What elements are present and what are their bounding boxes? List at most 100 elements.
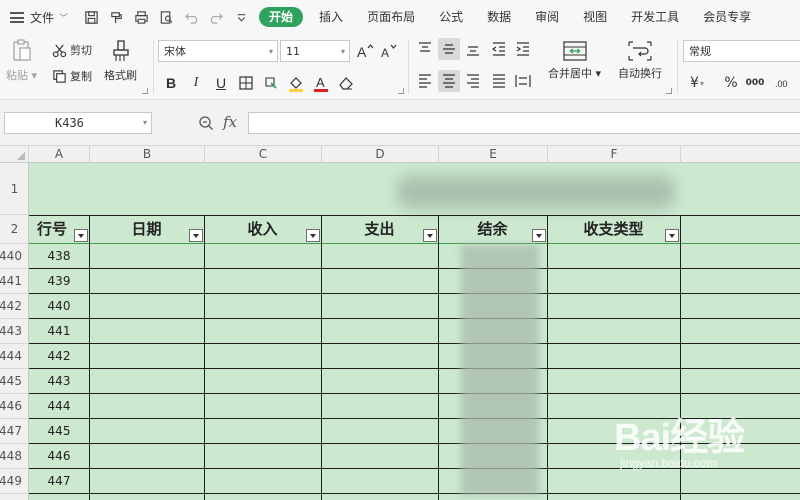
customize-icon[interactable] bbox=[230, 6, 252, 28]
row-header[interactable]: 446 bbox=[0, 394, 28, 419]
header-cell-balance[interactable]: 结余 bbox=[438, 215, 547, 243]
column-header-g[interactable] bbox=[681, 146, 800, 163]
filter-dropdown-icon[interactable] bbox=[189, 229, 203, 242]
row-header[interactable]: 448 bbox=[0, 444, 28, 469]
tab-formulas[interactable]: 公式 bbox=[427, 7, 475, 27]
italic-button[interactable]: I bbox=[185, 72, 207, 94]
row-header[interactable]: 444 bbox=[0, 344, 28, 369]
formula-input[interactable] bbox=[248, 112, 800, 134]
decrease-font-icon[interactable]: A bbox=[378, 40, 400, 62]
title-row[interactable] bbox=[29, 163, 800, 215]
row-header[interactable]: 443 bbox=[0, 319, 28, 344]
name-box[interactable]: K436 ▾ bbox=[4, 112, 152, 134]
table-row[interactable]: 438 bbox=[29, 244, 89, 269]
row-header[interactable]: 2 bbox=[0, 215, 28, 244]
zoom-icon[interactable] bbox=[198, 115, 214, 134]
tab-insert[interactable]: 插入 bbox=[307, 7, 355, 27]
percent-button[interactable]: % bbox=[720, 72, 742, 94]
font-size-select[interactable]: 11 ▾ bbox=[280, 40, 350, 62]
table-row[interactable]: 440 bbox=[29, 294, 89, 319]
redo-icon[interactable] bbox=[205, 6, 227, 28]
underline-button[interactable]: U bbox=[210, 72, 232, 94]
tab-view[interactable]: 视图 bbox=[571, 7, 619, 27]
font-name-select[interactable]: 宋体 ▾ bbox=[158, 40, 278, 62]
filter-dropdown-icon[interactable] bbox=[665, 229, 679, 242]
align-top-icon[interactable] bbox=[414, 38, 436, 60]
header-cell-row-number[interactable]: 行号 bbox=[29, 215, 75, 243]
header-cell-date[interactable]: 日期 bbox=[89, 215, 204, 243]
header-cell-type[interactable]: 收支类型 bbox=[547, 215, 680, 243]
fx-button[interactable]: fx bbox=[223, 113, 237, 131]
filter-dropdown-icon[interactable] bbox=[74, 229, 88, 242]
table-row[interactable]: 442 bbox=[29, 344, 89, 369]
clipboard-group-launcher[interactable] bbox=[142, 88, 148, 94]
row-header[interactable]: 442 bbox=[0, 294, 28, 319]
row-header[interactable]: 449 bbox=[0, 469, 28, 494]
copy-button[interactable]: 复制 bbox=[52, 68, 92, 84]
column-header-b[interactable]: B bbox=[90, 146, 205, 163]
header-cell-expense[interactable]: 支出 bbox=[321, 215, 438, 243]
border-icon[interactable] bbox=[235, 72, 257, 94]
font-color-icon[interactable]: A bbox=[310, 72, 332, 94]
justify-icon[interactable] bbox=[488, 70, 510, 92]
eraser-icon[interactable] bbox=[335, 72, 357, 94]
format-painter-button[interactable]: 格式刷 bbox=[104, 38, 137, 83]
row-header[interactable]: 441 bbox=[0, 269, 28, 294]
fill-color-icon[interactable] bbox=[285, 72, 307, 94]
table-row[interactable]: 445 bbox=[29, 419, 89, 444]
column-header-c[interactable]: C bbox=[205, 146, 322, 163]
column-header-e[interactable]: E bbox=[439, 146, 548, 163]
currency-button[interactable]: ¥ ▾ bbox=[686, 72, 708, 94]
tab-review[interactable]: 审阅 bbox=[523, 7, 571, 27]
cut-button[interactable]: 剪切 bbox=[52, 42, 92, 58]
file-menu[interactable]: 文件 ﹀ bbox=[10, 9, 68, 26]
row-header[interactable]: 447 bbox=[0, 419, 28, 444]
merge-center-button[interactable]: 合并居中 ▾ bbox=[548, 40, 601, 81]
increase-indent-icon[interactable] bbox=[512, 38, 534, 60]
row-header[interactable]: 445 bbox=[0, 369, 28, 394]
filter-dropdown-icon[interactable] bbox=[532, 229, 546, 242]
row-header[interactable]: 440 bbox=[0, 244, 28, 269]
tab-member[interactable]: 会员专享 bbox=[691, 7, 763, 27]
paste-button[interactable]: 粘贴 ▾ bbox=[6, 38, 37, 83]
tab-page-layout[interactable]: 页面布局 bbox=[355, 7, 427, 27]
increase-font-icon[interactable]: A bbox=[354, 40, 376, 62]
undo-icon[interactable] bbox=[180, 6, 202, 28]
select-all-corner[interactable] bbox=[0, 146, 29, 163]
filter-dropdown-icon[interactable] bbox=[423, 229, 437, 242]
print-icon[interactable] bbox=[130, 6, 152, 28]
decrease-indent-icon[interactable] bbox=[488, 38, 510, 60]
bold-button[interactable]: B bbox=[160, 72, 182, 94]
align-bottom-icon[interactable] bbox=[462, 38, 484, 60]
align-right-icon[interactable] bbox=[462, 70, 484, 92]
number-format-select[interactable]: 常规 bbox=[683, 40, 800, 62]
tab-data[interactable]: 数据 bbox=[475, 7, 523, 27]
tab-developer[interactable]: 开发工具 bbox=[619, 7, 691, 27]
header-cell-income[interactable]: 收入 bbox=[204, 215, 321, 243]
align-center-icon[interactable] bbox=[438, 70, 460, 92]
column-header-a[interactable]: A bbox=[29, 146, 90, 163]
align-middle-icon[interactable] bbox=[438, 38, 460, 60]
alignment-group-launcher[interactable] bbox=[666, 88, 672, 94]
distributed-icon[interactable] bbox=[512, 70, 534, 92]
column-header-f[interactable]: F bbox=[548, 146, 681, 163]
table-row[interactable]: 444 bbox=[29, 394, 89, 419]
increase-decimal-icon[interactable]: .00 bbox=[772, 72, 794, 94]
save-icon[interactable] bbox=[80, 6, 102, 28]
format-painter-icon[interactable] bbox=[105, 6, 127, 28]
table-row[interactable]: 441 bbox=[29, 319, 89, 344]
row-header[interactable]: 1 bbox=[0, 163, 28, 215]
table-row[interactable]: 447 bbox=[29, 469, 89, 494]
table-row[interactable]: 446 bbox=[29, 444, 89, 469]
table-row[interactable]: 439 bbox=[29, 269, 89, 294]
print-preview-icon[interactable] bbox=[155, 6, 177, 28]
wrap-text-button[interactable]: 自动换行 bbox=[618, 40, 662, 81]
table-row[interactable]: 443 bbox=[29, 369, 89, 394]
filter-dropdown-icon[interactable] bbox=[306, 229, 320, 242]
thousands-separator-button[interactable]: 000 bbox=[744, 72, 766, 94]
fill-style-icon[interactable] bbox=[260, 72, 282, 94]
column-header-d[interactable]: D bbox=[322, 146, 439, 163]
tab-home[interactable]: 开始 bbox=[259, 7, 304, 27]
font-group-launcher[interactable] bbox=[398, 88, 404, 94]
align-left-icon[interactable] bbox=[414, 70, 436, 92]
